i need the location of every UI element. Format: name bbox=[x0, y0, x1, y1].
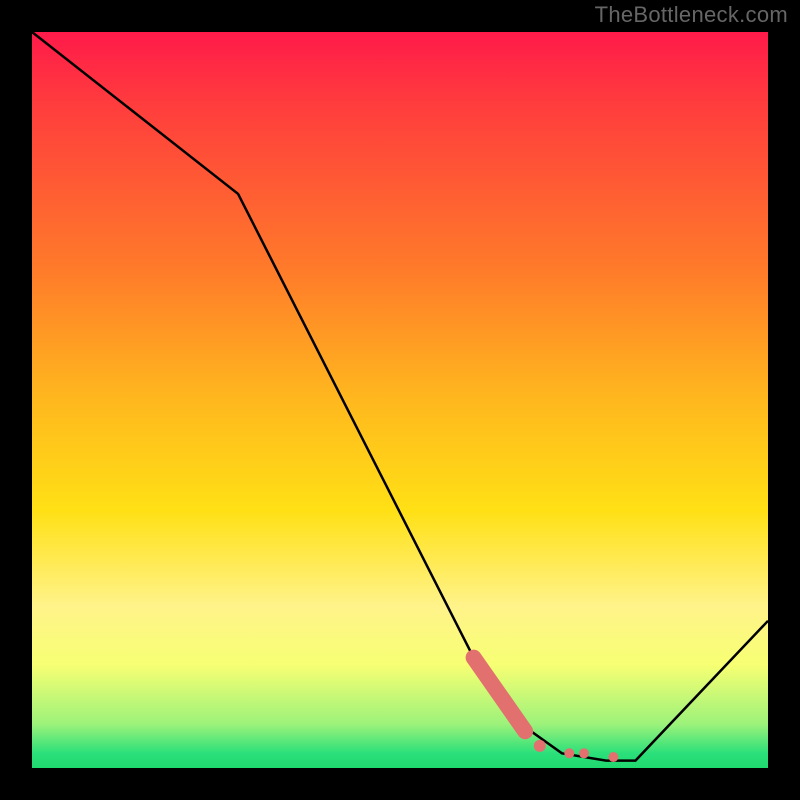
highlight-dot bbox=[579, 748, 589, 758]
highlight-bar bbox=[474, 658, 525, 732]
chart-frame: TheBottleneck.com bbox=[0, 0, 800, 800]
watermark-text: TheBottleneck.com bbox=[595, 2, 788, 28]
highlight-dot bbox=[608, 752, 618, 762]
highlight-dot bbox=[564, 748, 574, 758]
marker-group bbox=[474, 658, 619, 762]
highlight-dot bbox=[534, 740, 546, 752]
curve-group bbox=[32, 32, 768, 761]
bottleneck-curve-path bbox=[32, 32, 768, 761]
chart-svg bbox=[32, 32, 768, 768]
